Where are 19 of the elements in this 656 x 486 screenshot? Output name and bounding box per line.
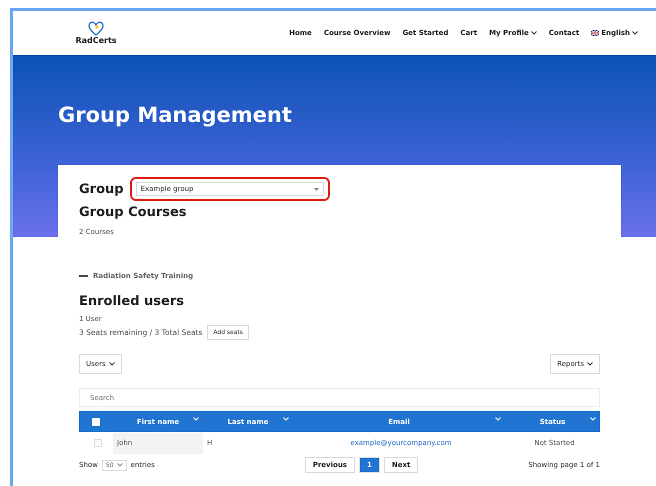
logo-text: RadCerts xyxy=(75,36,117,45)
section-heading: Enrolled users xyxy=(79,294,185,309)
caret-icon xyxy=(314,188,319,190)
collapse-dash-icon xyxy=(79,275,88,277)
chevron-down-icon xyxy=(116,463,123,467)
flag-icon xyxy=(591,30,600,36)
page-title: Group Management xyxy=(58,103,293,127)
chevron-down-icon xyxy=(283,417,289,421)
chevron-down-icon xyxy=(632,31,638,35)
checkbox[interactable] xyxy=(94,439,102,447)
chevron-down-icon xyxy=(193,417,199,421)
heart-logo-icon xyxy=(88,21,104,36)
group-label: Group xyxy=(79,182,124,196)
chevron-down-icon xyxy=(587,362,593,366)
chevron-down-icon xyxy=(590,417,596,421)
chevron-down-icon xyxy=(495,417,501,421)
chevron-down-icon xyxy=(530,31,537,35)
chevron-down-icon xyxy=(108,362,115,366)
section-heading: Group Courses xyxy=(79,205,188,220)
